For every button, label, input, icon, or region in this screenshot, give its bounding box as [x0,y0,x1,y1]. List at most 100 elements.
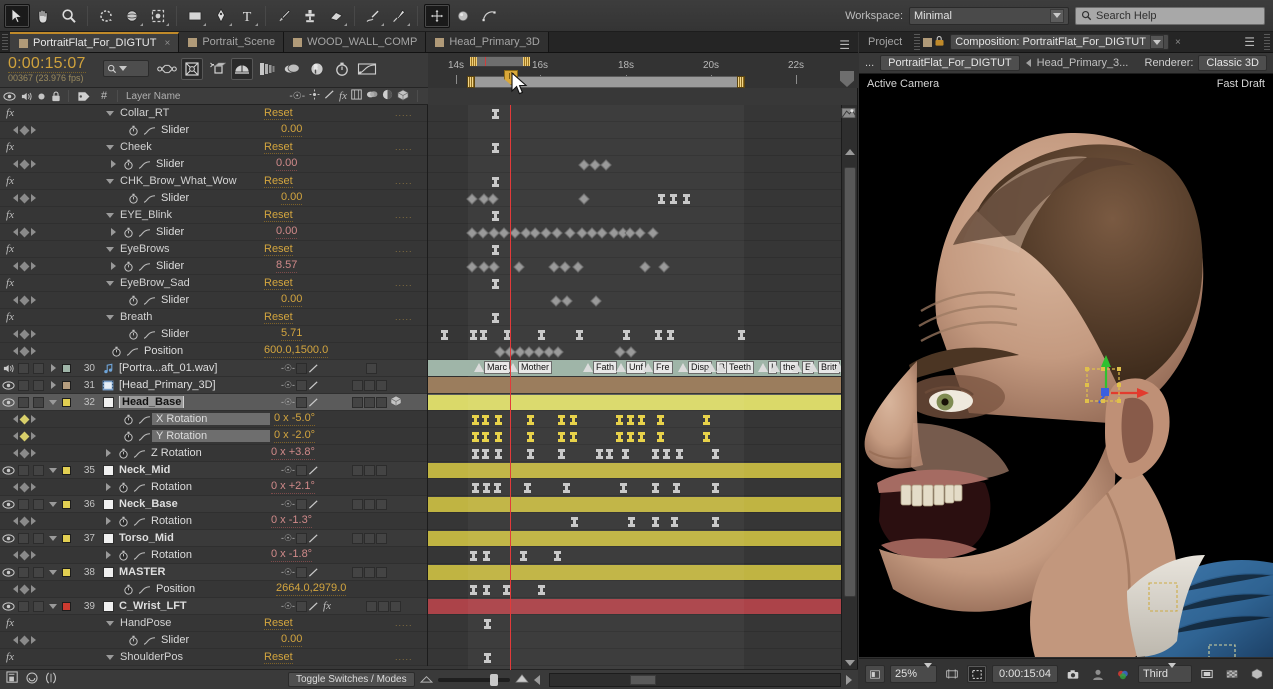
brainstorm-icon[interactable] [281,58,303,80]
property-name[interactable]: Rotation [147,549,267,561]
move-anchor-tool[interactable] [424,3,450,28]
graph-editor-property-icon[interactable] [141,125,157,136]
property-value[interactable]: 0 x -1.3° [267,514,385,528]
audio-marker[interactable]: Unf [616,361,647,374]
audio-toggle[interactable] [16,530,31,547]
chevron-down-icon[interactable] [923,663,932,680]
quality-switch[interactable] [308,601,319,612]
effect-name[interactable]: EYE_Blink [114,209,264,221]
property-name[interactable]: Rotation [147,481,267,493]
adjustment-switch[interactable] [376,498,387,510]
parent-switch-icon[interactable]: -☉- [280,499,296,510]
zoom-slider-knob[interactable] [489,673,498,686]
current-time-display[interactable]: 0:00:15:07 00367 (23.976 fps) [8,55,86,84]
layer-info-cell[interactable]: Rotation 0 x -1.8° [0,546,428,564]
property-name[interactable]: Slider [152,158,272,170]
layer-info-cell[interactable]: 38 MASTER -☉- [0,563,428,581]
keyframe-marker[interactable] [652,449,659,459]
keyframe-marker[interactable] [657,432,664,442]
keyframe-navigator[interactable] [0,292,48,309]
keyframe-marker[interactable] [658,194,665,204]
property-value[interactable]: 5.71 [277,327,395,341]
frame-blend-switch[interactable] [352,464,363,476]
motion-blur-switch[interactable] [364,498,375,510]
puppet-pin-tool[interactable] [386,4,412,28]
property-value[interactable]: 0 x -1.8° [267,548,385,562]
timeline-ruler[interactable]: 14s 16s 18s 20s 22s [428,53,858,88]
keyframe-marker[interactable] [492,211,499,221]
graph-editor-property-icon[interactable] [124,346,140,357]
layer-info-cell[interactable]: Position 600.0,1500.0 [0,342,428,360]
panel-menu-icon[interactable]: ☰ [839,38,858,52]
chevron-down-icon[interactable] [119,66,127,71]
shape-tool[interactable] [182,4,208,28]
switch-box[interactable] [366,362,377,374]
layer-info-cell[interactable]: fx EyeBrows Reset..... [0,240,428,258]
orbit-camera-tool[interactable] [119,4,145,28]
layer-info-cell[interactable]: 32 Head_Base -☉- [0,393,428,411]
adjustment-switch[interactable] [390,600,401,612]
effect-expand-toggle[interactable] [106,110,114,116]
keyframe-marker[interactable] [738,330,745,340]
effect-reset-link[interactable]: Reset [264,141,293,154]
property-expand-toggle[interactable] [106,483,111,491]
keyframe-navigator[interactable] [0,343,48,360]
property-name[interactable]: Slider [157,328,277,340]
stopwatch-icon[interactable] [115,445,131,462]
layer-info-cell[interactable]: fx EYE_Blink Reset..... [0,206,428,224]
effect-name[interactable]: HandPose [114,617,264,629]
property-name[interactable]: Y Rotation [152,430,270,442]
keyframe-marker[interactable] [655,330,662,340]
roto-brush-tool[interactable] [360,4,386,28]
property-value[interactable]: 0.00 [272,225,390,239]
lock-panel-icon[interactable] [934,35,946,50]
quality-switch[interactable] [308,380,319,391]
workspace-select[interactable]: Minimal [909,6,1069,25]
audio-toggle[interactable] [16,360,31,377]
composition-marker-bin-icon[interactable] [840,71,854,87]
solo-toggle[interactable] [31,496,46,513]
motion-blur-switch[interactable] [364,532,375,544]
video-visibility-toggle[interactable] [0,530,16,547]
live-update-icon[interactable] [156,58,178,80]
composition-dropdown[interactable]: Composition: PortraitFlat_For_DIGTUT [950,34,1169,50]
eraser-tool[interactable] [323,4,349,28]
property-value[interactable]: 0.00 [277,293,395,307]
shy-switch[interactable] [296,600,307,612]
keyframe-marker[interactable] [616,432,623,442]
toggle-viewer-masks-button[interactable] [1197,665,1217,683]
parent-switch-icon[interactable]: -☉- [280,601,296,612]
keyframe-marker[interactable] [657,415,664,425]
keyframe-marker[interactable] [441,330,448,340]
panel-grip-icon-right[interactable] [1264,34,1270,50]
scroll-down-arrow[interactable] [845,660,855,666]
frame-blend-switch[interactable] [366,600,377,612]
adjustment-switch[interactable] [376,532,387,544]
timeline-keyframe-area[interactable]: Marc Mother Fath Unf Fre Disp B Teeth Ithe E Britt… [428,105,842,670]
quality-switch[interactable] [308,465,319,476]
keyframe-marker[interactable] [503,585,510,595]
effect-name[interactable]: CHK_Brow_What_Wow [114,175,264,187]
adjustment-switch[interactable] [376,396,387,408]
keyframe-marker[interactable] [570,415,577,425]
effect-expand-toggle[interactable] [106,246,114,252]
layer-expand-toggle[interactable] [46,360,60,377]
keyframe-marker[interactable] [563,483,570,493]
layer-info-cell[interactable]: fx Cheek Reset..... [0,138,428,156]
ball-handle-tool[interactable] [450,4,476,28]
timeline-horizontal-scrollbar[interactable] [548,672,841,687]
property-value[interactable]: 0 x +2.1° [267,480,385,494]
keyframe-marker[interactable] [558,432,565,442]
three-d-view-select[interactable] [1247,665,1267,683]
keyframe-marker[interactable] [576,330,583,340]
graph-editor-property-icon[interactable] [131,516,147,527]
layer-label-color[interactable] [60,598,73,615]
property-expand-toggle[interactable] [111,160,116,168]
scroll-thumb[interactable] [844,167,856,597]
quality-switch[interactable] [308,499,319,510]
layer-info-cell[interactable]: Slider 0.00 [0,291,428,309]
keyframe-marker[interactable] [554,551,561,561]
keyframe-marker[interactable] [622,449,629,459]
property-expand-toggle[interactable] [111,228,116,236]
keyframe-marker[interactable] [492,109,499,119]
